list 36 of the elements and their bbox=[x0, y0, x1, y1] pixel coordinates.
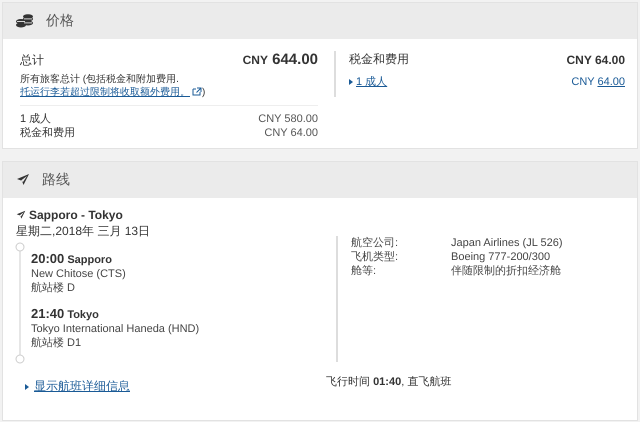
baggage-fee-link[interactable]: 托运行李若超过限制将收取额外费用。 bbox=[20, 87, 202, 98]
stop-time: 21:40 bbox=[31, 306, 64, 321]
flight-date: 星期二,2018年 三月 13日 bbox=[16, 223, 152, 240]
panel-title: 价格 bbox=[46, 12, 74, 30]
passenger-toggle[interactable]: 1 成人 bbox=[349, 74, 388, 89]
detail-label: 舱等: bbox=[351, 264, 378, 278]
detail-value: 伴随限制的折扣经济舱 bbox=[451, 264, 562, 278]
route-title: Sapporo - Tokyo bbox=[29, 208, 123, 222]
terminal-label: 航站楼 D bbox=[31, 281, 76, 295]
flight-details-link[interactable]: 显示航班详细信息 bbox=[25, 378, 130, 395]
taxes-label: 税金和费用 bbox=[349, 51, 409, 68]
price-line-label: 1 成人 bbox=[20, 112, 52, 126]
airport-name: Tokyo International Haneda (HND) bbox=[31, 322, 200, 336]
panel-title: 路线 bbox=[42, 171, 70, 189]
airplane-icon bbox=[16, 173, 30, 187]
coins-icon bbox=[16, 14, 34, 28]
detail-value: Japan Airlines (JL 526) bbox=[451, 236, 564, 250]
price-note: 所有旅客总计 (包括税金和附加费用. 托运行李若超过限制将收取额外费用。 ) bbox=[20, 73, 318, 106]
external-link-icon bbox=[192, 87, 202, 96]
total-label: 总计 bbox=[20, 52, 44, 69]
total-amount: CNY 644.00 bbox=[242, 51, 318, 68]
flight-duration: 飞行时间 01:40, 直飞航班 bbox=[326, 374, 452, 389]
taxes-amount: CNY 64.00 bbox=[566, 52, 625, 66]
airport-name: New Chitose (CTS) bbox=[31, 267, 127, 281]
detail-label: 飞机类型: bbox=[351, 250, 400, 264]
price-line-label: 税金和费用 bbox=[20, 126, 75, 140]
airplane-icon bbox=[16, 210, 26, 220]
terminal-label: 航站楼 D1 bbox=[31, 336, 82, 350]
stop-city: Tokyo bbox=[67, 309, 99, 321]
price-line-value: CNY 64.00 bbox=[264, 126, 318, 140]
detail-value: Boeing 777-200/300 bbox=[451, 250, 552, 264]
detail-label: 航空公司: bbox=[351, 236, 400, 250]
stop-city: Sapporo bbox=[67, 254, 112, 266]
price-line-value: CNY 580.00 bbox=[258, 112, 318, 126]
passenger-tax-amount: CNY 64.00 bbox=[571, 76, 625, 88]
stop-time: 20:00 bbox=[31, 251, 64, 266]
